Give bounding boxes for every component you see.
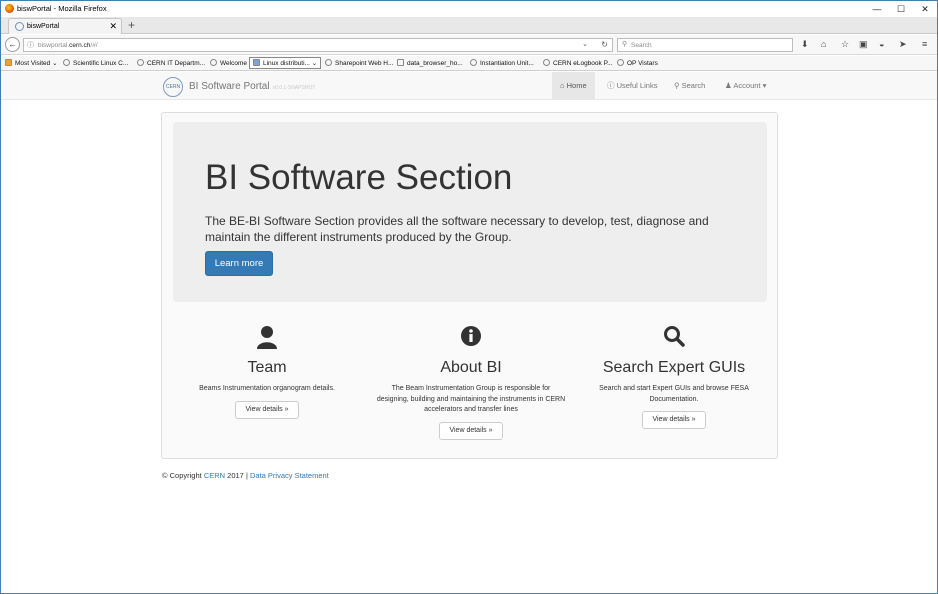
search-bar[interactable]: ⚲ Search [617, 38, 793, 52]
main-container: BI Software Section The BE-BI Software S… [161, 112, 778, 459]
footer: © Copyright CERN 2017 | Data Privacy Sta… [162, 471, 329, 480]
globe-icon [210, 59, 217, 66]
reload-icon[interactable]: ↻ [601, 40, 608, 49]
send-icon[interactable]: ➤ [899, 39, 907, 50]
nav-home[interactable]: ⌂ Home [552, 72, 595, 100]
about-text: The Beam Instrumentation Group is respon… [376, 385, 566, 413]
bookmark-sharepoint[interactable]: Sharepoint Web H... [325, 59, 393, 67]
maximize-button[interactable]: ☐ [889, 2, 913, 16]
tab-strip: biswPortal ✕ [1, 17, 937, 34]
user-icon: ♟ [725, 81, 732, 90]
globe-icon [63, 59, 70, 66]
back-button[interactable]: ← [5, 37, 20, 52]
bookmark-cern-elogbook[interactable]: CERN eLogbook P... [543, 59, 613, 67]
site-navbar: CERN BI Software Portal v0.0.1-SNAPSHOT ⌂… [1, 72, 937, 100]
cern-logo[interactable]: CERN [163, 77, 183, 97]
search-icon: ⚲ [622, 41, 628, 48]
globe-icon [617, 59, 624, 66]
bookmark-linux-distributions[interactable]: Linux distributi... ⌄ [249, 57, 322, 69]
bookmark-instantiation-unit[interactable]: Instantiation Unit... [470, 59, 534, 67]
nav-useful-links[interactable]: ⓘ Useful Links [599, 72, 665, 100]
bookmark-scientific-linux[interactable]: Scientific Linux C... [63, 59, 128, 67]
bookmark-cern-it[interactable]: CERN IT Departm... [137, 59, 205, 67]
search-text: Search and start Expert GUIs and browse … [599, 385, 749, 403]
browser-window: biswPortal - Mozilla Firefox — ☐ ✕ biswP… [0, 0, 938, 594]
url-text: biswportal.cern.ch/#/ [38, 42, 98, 49]
user-icon [165, 325, 369, 351]
new-tab-button[interactable]: + [128, 18, 135, 32]
about-title: About BI [440, 359, 502, 376]
cern-link[interactable]: CERN [204, 471, 225, 480]
jumbotron-title: BI Software Section [205, 158, 513, 197]
team-column: Team Beams Instrumentation organogram de… [165, 325, 369, 419]
brand[interactable]: BI Software Portal v0.0.1-SNAPSHOT [189, 81, 315, 92]
folder-icon [253, 59, 260, 66]
chart-icon [543, 59, 550, 66]
learn-more-button[interactable]: Learn more [205, 251, 273, 276]
page-icon [397, 59, 404, 66]
web-page: CERN BI Software Portal v0.0.1-SNAPSHOT ⌂… [1, 72, 937, 593]
clipboard-icon[interactable]: ▣ [859, 39, 868, 50]
tab-biswportal[interactable]: biswPortal ✕ [8, 18, 122, 34]
home-icon[interactable]: ⌂ [821, 39, 826, 49]
tab-label: biswPortal [27, 23, 60, 30]
search-view-details-button[interactable]: View details » [642, 411, 706, 429]
jumbotron: BI Software Section The BE-BI Software S… [173, 122, 767, 302]
nav-search[interactable]: ⚲ Search [666, 72, 713, 100]
privacy-link[interactable]: Data Privacy Statement [250, 471, 329, 480]
team-text: Beams Instrumentation organogram details… [199, 385, 335, 392]
cern-favicon-icon [15, 22, 24, 31]
bookmark-star-icon[interactable]: ☆ [841, 39, 849, 50]
search-title: Search Expert GUIs [602, 359, 746, 376]
search-icon: ⚲ [674, 81, 680, 90]
team-view-details-button[interactable]: View details » [235, 400, 299, 419]
close-tab-icon[interactable]: ✕ [109, 21, 117, 32]
info-icon [369, 325, 573, 351]
home-icon: ⌂ [560, 81, 565, 90]
close-window-button[interactable]: ✕ [913, 2, 937, 16]
download-icon[interactable]: ⬇ [801, 39, 809, 50]
bookmark-welcome[interactable]: Welcome [210, 59, 247, 67]
site-info-icon[interactable]: ⓘ [27, 40, 34, 50]
jumbotron-text: The BE-BI Software Section provides all … [205, 214, 709, 244]
bookmark-data-browser[interactable]: data_browser_ho... [397, 59, 463, 67]
bookmarks-toolbar: Most Visited ⌄ Scientific Linux C... CER… [1, 56, 937, 71]
folder-icon [5, 59, 12, 66]
search-column: Search Expert GUIs Search and start Expe… [572, 325, 776, 429]
globe-icon [137, 59, 144, 66]
nav-account[interactable]: ♟ Account ▾ [717, 72, 774, 100]
info-icon: ⓘ [607, 81, 615, 90]
search-placeholder: Search [631, 42, 652, 49]
bookmark-most-visited[interactable]: Most Visited ⌄ [5, 59, 58, 67]
title-bar: biswPortal - Mozilla Firefox — ☐ ✕ [1, 1, 937, 17]
navigation-toolbar: ← ⓘ biswportal.cern.ch/#/ ⌄ ↻ ⚲ Search ⬇… [1, 35, 937, 55]
bookmark-op-vistars[interactable]: OP Vistars [617, 59, 658, 67]
url-dropdown-icon[interactable]: ⌄ [582, 40, 588, 48]
firefox-logo-icon [5, 4, 14, 13]
window-title: biswPortal - Mozilla Firefox [17, 4, 107, 13]
about-view-details-button[interactable]: View details » [439, 421, 503, 440]
pocket-icon[interactable]: ◒ [879, 39, 884, 49]
url-bar[interactable]: ⓘ biswportal.cern.ch/#/ ⌄ ↻ [23, 38, 613, 52]
menu-icon[interactable]: ≡ [922, 39, 927, 49]
globe-icon [470, 59, 477, 66]
minimize-button[interactable]: — [865, 2, 889, 16]
about-column: About BI The Beam Instrumentation Group … [369, 325, 573, 440]
team-title: Team [247, 359, 287, 376]
search-icon [572, 325, 776, 351]
globe-icon [325, 59, 332, 66]
